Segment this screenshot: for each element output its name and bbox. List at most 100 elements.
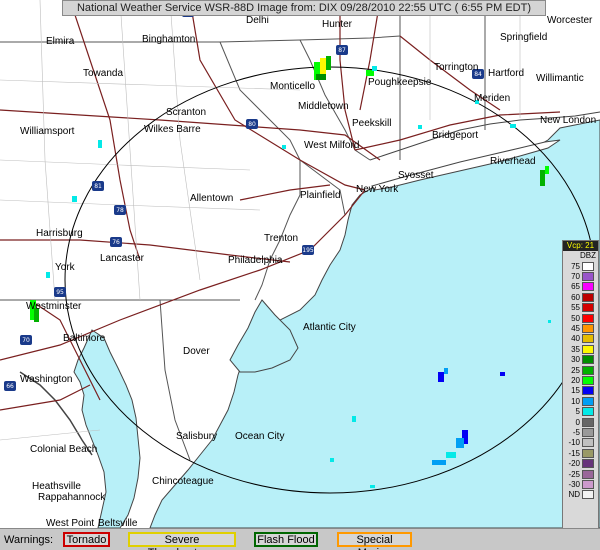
legend-level-label: 0 (575, 417, 580, 427)
legend-row: -5 (563, 427, 598, 437)
city-williamsport: Williamsport (20, 126, 75, 137)
legend-level-label: -20 (568, 459, 580, 469)
shield-70: 70 (22, 337, 30, 344)
legend-row: 40 (563, 334, 598, 344)
shield-78: 78 (116, 207, 124, 214)
legend-row: 75 (563, 261, 598, 271)
city-hunter: Hunter (322, 19, 353, 30)
city-colonial-beach: Colonial Beach (30, 444, 98, 455)
city-westminster: Westminster (26, 301, 82, 312)
legend-color-swatch (582, 313, 594, 323)
legend-row: 35 (563, 344, 598, 354)
city-wilkes-barre: Wilkes Barre (144, 124, 201, 135)
legend-color-swatch (582, 344, 594, 354)
legend-level-label: 60 (571, 292, 580, 302)
legend-color-swatch (582, 427, 594, 437)
radar-map-window: 88 87 84 80 81 78 76 195 95 70 66 Elmira… (0, 0, 600, 550)
legend-level-label: 20 (571, 375, 580, 385)
shield-95: 95 (56, 289, 64, 296)
legend-vcp-header: Vcp: 21 (563, 241, 598, 251)
legend-row: -15 (563, 448, 598, 458)
legend-level-label: 5 (575, 407, 580, 417)
legend-level-label: 25 (571, 365, 580, 375)
legend-row: 45 (563, 323, 598, 334)
legend-row: 55 (563, 303, 598, 313)
legend-row: -10 (563, 438, 598, 448)
legend-color-swatch (582, 479, 594, 489)
city-allentown: Allentown (190, 193, 234, 204)
city-hartford: Hartford (488, 68, 525, 79)
legend-row: -20 (563, 458, 598, 469)
legend-color-swatch (582, 407, 594, 417)
city-harrisburg: Harrisburg (36, 228, 83, 239)
city-new-london: New London (540, 115, 597, 126)
warnings-bar: Warnings: Tornado Severe Thunderstorm Fl… (0, 528, 600, 550)
flash-flood-warning-button[interactable]: Flash Flood (254, 532, 318, 547)
legend-level-label: 65 (571, 282, 580, 292)
city-peekskill: Peekskill (352, 118, 392, 129)
shield-76: 76 (112, 239, 120, 246)
city-heathsville: Heathsville (32, 481, 81, 492)
city-monticello: Monticello (270, 81, 316, 92)
legend-level-label: 35 (571, 344, 580, 354)
legend-color-swatch (582, 365, 594, 375)
city-washington: Washington (20, 374, 73, 385)
city-west-milford: West Milford (304, 140, 360, 151)
legend-color-swatch (582, 459, 594, 469)
image-title-bar: National Weather Service WSR-88D Image f… (62, 0, 546, 16)
shield-81: 81 (94, 183, 102, 190)
city-baltimore: Baltimore (63, 333, 106, 344)
legend-color-swatch (582, 272, 594, 282)
tornado-warning-button[interactable]: Tornado (63, 532, 110, 547)
warnings-label: Warnings: (4, 534, 54, 546)
special-marine-warning-button[interactable]: Special Marine (337, 532, 412, 550)
legend-unit-label: DBZ (580, 251, 596, 260)
legend-level-label: 55 (571, 303, 580, 313)
city-lancaster: Lancaster (100, 253, 144, 264)
legend-level-label: 75 (571, 261, 580, 271)
legend-row: 15 (563, 386, 598, 396)
legend-row: 0 (563, 417, 598, 427)
city-elmira: Elmira (46, 36, 75, 47)
legend-level-label: 50 (571, 313, 580, 323)
legend-row: 50 (563, 313, 598, 323)
legend-color-swatch (582, 282, 594, 292)
legend-row: 30 (563, 355, 598, 365)
severe-thunderstorm-warning-button[interactable]: Severe Thunderstorm (128, 532, 236, 550)
legend-level-label: 15 (571, 386, 580, 396)
city-rappahannock: Rappahannock (38, 492, 106, 503)
legend-row: 5 (563, 406, 598, 417)
city-new-york: New York (356, 184, 399, 195)
city-plainfield: Plainfield (300, 190, 341, 201)
city-syosset: Syosset (398, 170, 434, 181)
city-towanda: Towanda (83, 68, 124, 79)
city-poughkeepsie: Poughkeepsie (368, 77, 432, 88)
legend-level-label: 45 (571, 324, 580, 334)
reflectivity-legend: Vcp: 21 DBZ 75 70 65 60 55 50 45 40 35 30 25 20 15 10… (562, 240, 599, 542)
city-binghamton: Binghamton (142, 34, 196, 45)
city-willimantic: Willimantic (536, 73, 584, 84)
legend-rows: 75 70 65 60 55 50 45 40 35 30 25 20 15 10 5 0 -5 -10 -15 -2… (563, 261, 598, 500)
legend-row: ND (563, 490, 598, 500)
shield-66: 66 (6, 383, 14, 390)
legend-level-label: -5 (572, 427, 580, 437)
legend-level-label: -30 (568, 479, 580, 489)
legend-color-swatch (582, 490, 594, 500)
legend-level-label: 10 (571, 396, 580, 406)
legend-level-label: 40 (571, 334, 580, 344)
legend-level-label: 30 (571, 355, 580, 365)
legend-row: 25 (563, 365, 598, 375)
shield-80: 80 (248, 121, 256, 128)
city-philadelphia: Philadelphia (228, 255, 283, 266)
legend-row: 10 (563, 396, 598, 406)
legend-row: -30 (563, 479, 598, 489)
legend-row: 20 (563, 375, 598, 385)
city-ocean-city: Ocean City (235, 431, 285, 442)
legend-level-label: 70 (571, 272, 580, 282)
legend-color-swatch (582, 448, 594, 458)
shield-87: 87 (338, 47, 346, 54)
city-york: York (55, 262, 75, 273)
city-bridgeport: Bridgeport (432, 130, 479, 141)
city-torrington: Torrington (434, 62, 479, 73)
city-springfield: Springfield (500, 32, 548, 43)
